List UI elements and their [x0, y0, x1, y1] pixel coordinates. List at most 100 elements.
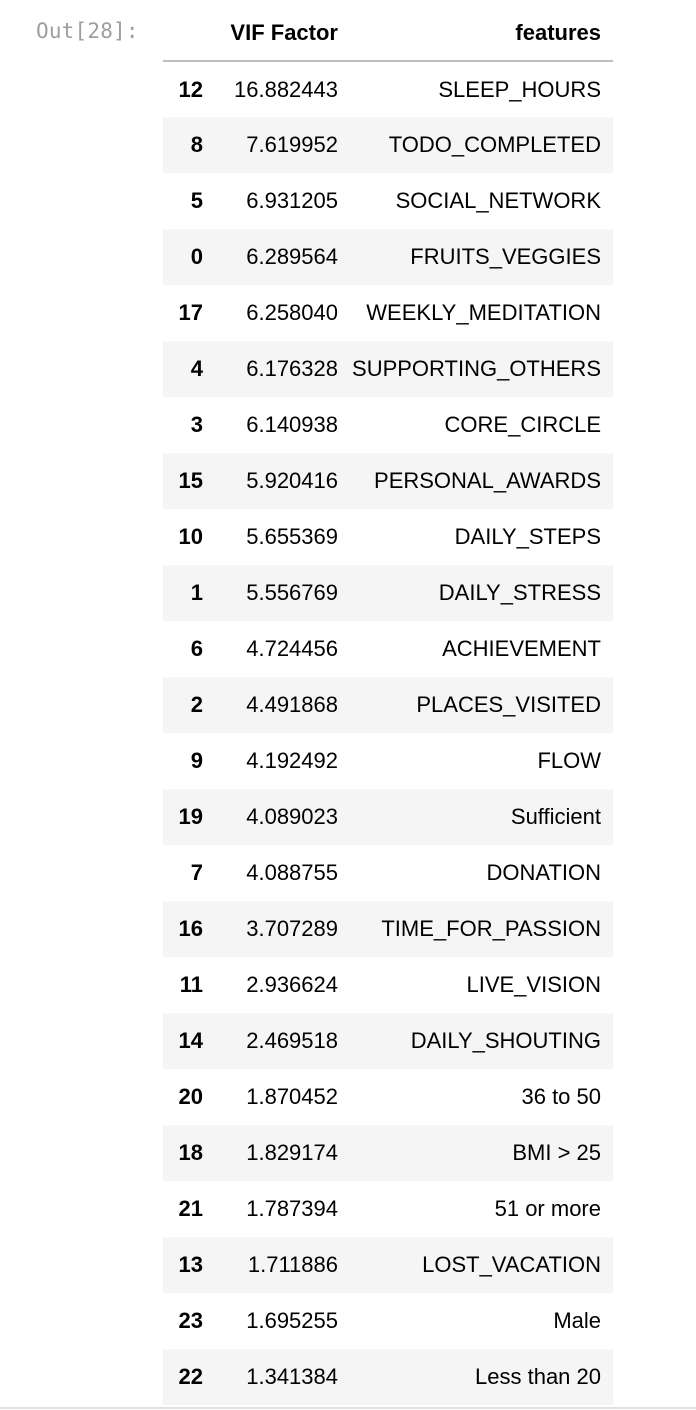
table-row: 8 7.619952 TODO_COMPLETED: [163, 117, 613, 173]
table-row: 13 1.711886 LOST_VACATION: [163, 1237, 613, 1293]
row-index: 16: [178, 916, 203, 941]
vif-factor-cell: 5.655369: [246, 524, 338, 549]
row-index: 3: [190, 412, 203, 437]
row-index: 13: [178, 1252, 203, 1277]
row-index: 11: [179, 972, 203, 997]
feature-name-cell: LIVE_VISION: [466, 972, 601, 997]
feature-name-cell: SUPPORTING_OTHERS: [352, 356, 601, 381]
table-row: 15 5.920416 PERSONAL_AWARDS: [163, 453, 613, 509]
feature-name-cell: 36 to 50: [521, 1084, 601, 1109]
vif-factor-cell: 5.920416: [246, 468, 338, 493]
feature-name-cell: SOCIAL_NETWORK: [395, 188, 601, 213]
vif-factor-cell: 6.140938: [246, 412, 338, 437]
feature-name-cell: Sufficient: [510, 804, 601, 829]
table-row: 0 6.289564 FRUITS_VEGGIES: [163, 229, 613, 285]
table-row: 5 6.931205 SOCIAL_NETWORK: [163, 173, 613, 229]
table-row: 14 2.469518 DAILY_SHOUTING: [163, 1013, 613, 1069]
row-index: 12: [178, 76, 203, 102]
vif-factor-cell: 5.556769: [246, 580, 338, 605]
feature-name-cell: 51 or more: [494, 1196, 601, 1221]
vif-factor-cell: 6.258040: [246, 300, 338, 325]
feature-name-cell: ACHIEVEMENT: [442, 636, 601, 661]
vif-factor-cell: 16.882443: [234, 76, 338, 102]
index-column-header: [163, 6, 214, 62]
feature-name-cell: LOST_VACATION: [422, 1252, 601, 1277]
feature-name-cell: WEEKLY_MEDITATION: [366, 300, 601, 325]
table-row: 22 1.341384 Less than 20: [163, 1349, 613, 1405]
row-index: 10: [178, 524, 203, 549]
feature-name-cell: Male: [553, 1308, 601, 1333]
row-index: 0: [190, 244, 203, 269]
table-body: 12 16.882443 SLEEP_HOURS 8 7.619952 TODO_COMP…: [163, 61, 613, 1405]
vif-factor-cell: 3.707289: [246, 916, 338, 941]
row-index: 2: [190, 692, 203, 717]
table-row: 19 4.089023 Sufficient: [163, 789, 613, 845]
row-index: 17: [178, 300, 203, 325]
feature-name-cell: DONATION: [486, 860, 601, 885]
row-index: 18: [178, 1140, 203, 1165]
row-index: 20: [178, 1084, 203, 1109]
feature-name-cell: DAILY_STRESS: [438, 580, 601, 605]
vif-factor-cell: 4.491868: [246, 692, 338, 717]
vif-factor-cell: 4.724456: [246, 636, 338, 661]
vif-factor-cell: 1.695255: [246, 1308, 338, 1333]
table-row: 2 4.491868 PLACES_VISITED: [163, 677, 613, 733]
vif-factor-cell: 4.192492: [246, 748, 338, 773]
feature-name-cell: DAILY_SHOUTING: [410, 1028, 601, 1053]
feature-name-cell: CORE_CIRCLE: [444, 412, 601, 437]
table-row: 3 6.140938 CORE_CIRCLE: [163, 397, 613, 453]
feature-name-cell: DAILY_STEPS: [454, 524, 601, 549]
output-prompt: Out[28]:: [36, 19, 139, 43]
table-row: 1 5.556769 DAILY_STRESS: [163, 565, 613, 621]
vif-factor-cell: 2.469518: [246, 1028, 338, 1053]
table-row: 7 4.088755 DONATION: [163, 845, 613, 901]
table-row: 11 2.936624 LIVE_VISION: [163, 957, 613, 1013]
vif-factor-cell: 1.711886: [247, 1252, 338, 1277]
cell-bottom-border: [0, 1407, 696, 1409]
table-row: 6 4.724456 ACHIEVEMENT: [163, 621, 613, 677]
row-index: 14: [178, 1028, 203, 1053]
table-row: 20 1.870452 36 to 50: [163, 1069, 613, 1125]
vif-factor-cell: 6.176328: [246, 356, 338, 381]
vif-factor-cell: 2.936624: [246, 972, 338, 997]
row-index: 6: [190, 636, 203, 661]
feature-name-cell: TODO_COMPLETED: [388, 132, 601, 157]
feature-name-cell: BMI > 25: [512, 1140, 601, 1165]
row-index: 7: [190, 860, 203, 885]
row-index: 4: [190, 356, 203, 381]
vif-factor-cell: 6.289564: [246, 244, 338, 269]
row-index: 1: [190, 580, 203, 605]
row-index: 5: [190, 188, 203, 213]
row-index: 19: [178, 804, 203, 829]
table-row: 12 16.882443 SLEEP_HOURS: [163, 61, 613, 117]
feature-name-cell: FRUITS_VEGGIES: [410, 244, 601, 269]
vif-factor-cell: 1.787394: [246, 1196, 338, 1221]
feature-name-cell: PERSONAL_AWARDS: [374, 468, 601, 493]
vif-factor-cell: 6.931205: [246, 188, 338, 213]
vif-factor-cell: 4.088755: [246, 860, 338, 885]
table-row: 23 1.695255 Male: [163, 1293, 613, 1349]
features-column-header: features: [350, 6, 613, 62]
feature-name-cell: PLACES_VISITED: [416, 692, 601, 717]
vif-factor-cell: 1.870452: [246, 1084, 338, 1109]
table-row: 18 1.829174 BMI > 25: [163, 1125, 613, 1181]
feature-name-cell: TIME_FOR_PASSION: [381, 916, 601, 941]
table-row: 9 4.192492 FLOW: [163, 733, 613, 789]
vif-factor-cell: 7.619952: [246, 132, 338, 157]
row-index: 15: [178, 468, 203, 493]
table-row: 21 1.787394 51 or more: [163, 1181, 613, 1237]
dataframe-table: VIF Factor features 12 16.882443 SLEEP_HOU…: [163, 6, 613, 1405]
feature-name-cell: SLEEP_HOURS: [438, 76, 601, 102]
vif-factor-column-header: VIF Factor: [214, 6, 350, 62]
vif-factor-cell: 1.829174: [246, 1140, 338, 1165]
feature-name-cell: FLOW: [537, 748, 601, 773]
vif-factor-cell: 4.089023: [246, 804, 338, 829]
table-header-row: VIF Factor features: [163, 6, 613, 62]
row-index: 23: [178, 1308, 203, 1333]
row-index: 22: [178, 1364, 203, 1389]
row-index: 9: [190, 748, 203, 773]
table-row: 10 5.655369 DAILY_STEPS: [163, 509, 613, 565]
vif-factor-cell: 1.341384: [246, 1364, 338, 1389]
feature-name-cell: Less than 20: [475, 1364, 601, 1389]
table-row: 17 6.258040 WEEKLY_MEDITATION: [163, 285, 613, 341]
